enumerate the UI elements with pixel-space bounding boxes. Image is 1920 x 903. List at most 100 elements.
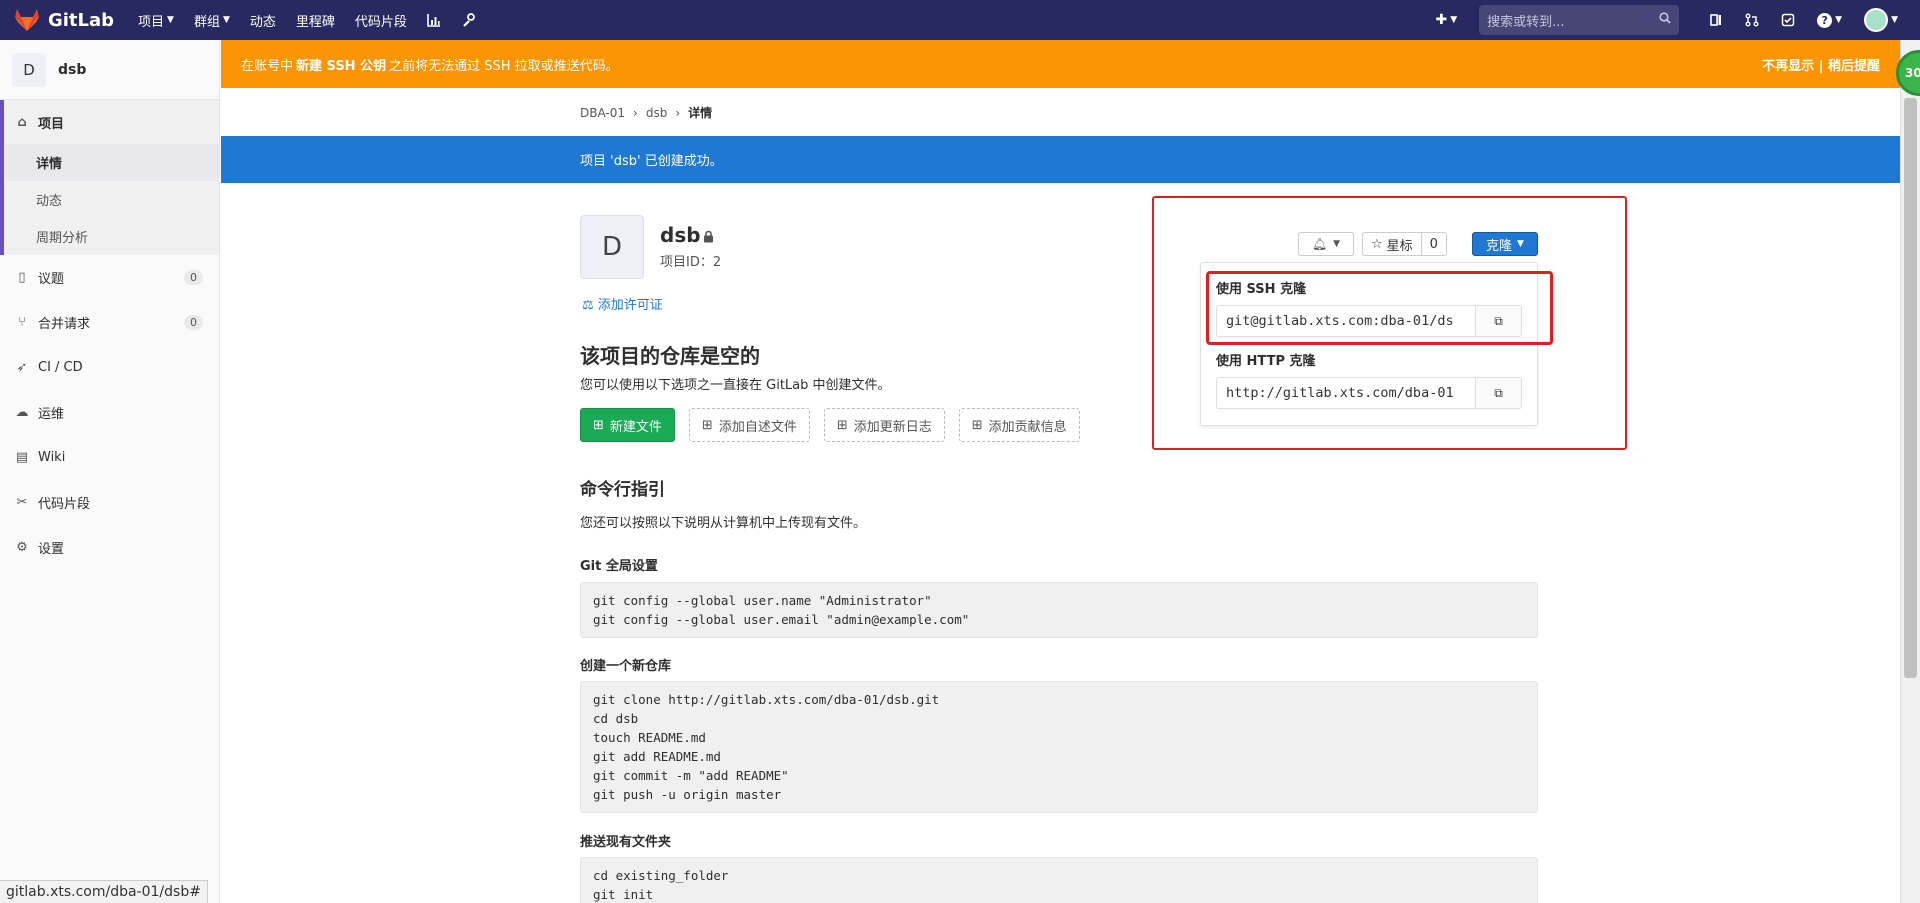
code-line: git config --global user.name "Administr…	[593, 593, 932, 608]
empty-repo-description: 您可以使用以下选项之一直接在 GitLab 中创建文件。	[580, 378, 891, 393]
add-license-link[interactable]: ⚖ 添加许可证	[582, 294, 663, 313]
code-line: touch README.md	[593, 730, 706, 745]
tanuki-icon	[14, 9, 39, 31]
sidebar-item-label: 设置	[38, 542, 65, 557]
sidebar-item-label: 项目	[38, 116, 65, 132]
nav-groups[interactable]: 群组 ▼	[194, 11, 230, 30]
git-global-setup-code[interactable]: git config --global user.name "Administr…	[580, 582, 1538, 638]
warning-remind-later-link[interactable]: 稍后提醒	[1828, 59, 1880, 74]
breadcrumb-group[interactable]: DBA-01	[580, 106, 625, 120]
search-placeholder: 搜索或转到...	[1487, 14, 1565, 30]
chevron-right-icon: ›	[675, 105, 681, 120]
lock-icon	[703, 230, 714, 246]
warning-suffix: 之前将无法通过 SSH 拉取或推送代码。	[389, 58, 619, 74]
sidebar-item-label: 议题	[38, 272, 65, 287]
sidebar-item-settings[interactable]: ⚙ 设置	[0, 525, 219, 570]
git-global-setup-heading: Git 全局设置	[580, 559, 658, 574]
add-readme-button[interactable]: ⊞ 添加自述文件	[688, 408, 810, 442]
new-file-label: 新建文件	[609, 419, 662, 435]
sidebar-item-operations[interactable]: ☁ 运维	[0, 390, 219, 435]
cli-description: 您还可以按照以下说明从计算机中上传现有文件。	[580, 516, 867, 531]
nav-milestones[interactable]: 里程碑	[296, 11, 335, 30]
sidebar-item-label: 代码片段	[38, 497, 91, 512]
sidebar-sub-cycle-analytics[interactable]: 周期分析	[4, 218, 219, 255]
chevron-right-icon: ›	[633, 105, 638, 120]
add-contributing-button[interactable]: ⊞ 添加贡献信息	[958, 408, 1080, 442]
sidebar-project-name: dsb	[58, 61, 87, 78]
sidebar-item-snippets[interactable]: ✂ 代码片段	[0, 480, 219, 525]
project-created-flash: 项目 'dsb' 已创建成功。	[221, 136, 1900, 183]
merge-request-icon[interactable]	[1745, 13, 1759, 27]
breadcrumb-project[interactable]: dsb	[646, 106, 668, 120]
plus-square-icon: ⊞	[836, 417, 848, 433]
empty-repo-actions: ⊞ 新建文件 ⊞ 添加自述文件 ⊞ 添加更新日志 ⊞ 添加贡献信息	[580, 408, 1080, 442]
nav-activity[interactable]: 动态	[250, 11, 276, 30]
issues-count-badge: 0	[184, 270, 203, 285]
warning-dismiss-link[interactable]: 不再显示	[1762, 59, 1814, 74]
issues-icon[interactable]	[1709, 13, 1723, 27]
code-line: git add README.md	[593, 749, 721, 764]
code-line: git init	[593, 887, 654, 902]
sidebar-item-label: 合并请求	[38, 317, 91, 332]
rocket-icon: ➶	[16, 360, 28, 375]
warning-add-ssh-key-link[interactable]: 新建 SSH 公钥	[296, 55, 386, 74]
sidebar-project-avatar: D	[12, 52, 46, 87]
add-readme-label: 添加自述文件	[718, 419, 797, 435]
plus-square-icon: ⊞	[701, 417, 713, 433]
plus-square-icon: ⊞	[971, 417, 983, 433]
project-avatar: D	[580, 215, 644, 279]
home-icon: ⌂	[17, 114, 27, 130]
sidebar-item-project[interactable]: ⌂ 项目	[4, 100, 219, 144]
chart-icon[interactable]	[427, 13, 441, 27]
todo-icon[interactable]	[1781, 13, 1795, 27]
annotation-ssh-highlight	[1206, 271, 1553, 345]
cloud-gear-icon: ☁	[15, 405, 29, 420]
sidebar-sub-details[interactable]: 详情	[4, 144, 219, 181]
sidebar-item-merge-requests[interactable]: ⑂ 合并请求 0	[0, 300, 219, 345]
gear-icon: ⚙	[16, 540, 28, 555]
page-scrollbar[interactable]	[1900, 40, 1920, 903]
chevron-down-icon: ▼	[167, 15, 174, 25]
sidebar-sub-activity[interactable]: 动态	[4, 181, 219, 218]
nav-projects-label: 项目	[138, 14, 165, 30]
nav-groups-label: 群组	[193, 14, 220, 30]
sidebar-item-issues[interactable]: ▯ 议题 0	[0, 255, 219, 300]
cli-heading: 命令行指引	[580, 480, 665, 500]
search-icon	[1659, 12, 1671, 28]
code-line: cd dsb	[593, 711, 639, 726]
plus-square-icon: ⊞	[593, 417, 604, 433]
warning-separator: |	[1818, 58, 1824, 74]
scale-icon: ⚖	[582, 298, 594, 313]
ssh-key-warning-banner: 在账号中 新建 SSH 公钥 之前将无法通过 SSH 拉取或推送代码。 不再显示…	[221, 40, 1900, 88]
new-file-button[interactable]: ⊞ 新建文件	[580, 408, 675, 442]
breadcrumb: DBA-01 › dsb › 详情	[580, 104, 712, 121]
book-icon: ▤	[15, 450, 29, 465]
brand-name: GitLab	[47, 9, 114, 31]
code-line: git push -u origin master	[593, 787, 782, 802]
plus-icon[interactable]: ✚ ▼	[1436, 12, 1458, 28]
user-avatar[interactable]: ▼	[1864, 8, 1898, 32]
code-line: git config --global user.email "admin@ex…	[593, 612, 970, 627]
code-line: cd existing_folder	[593, 868, 729, 883]
issues-icon: ▯	[18, 270, 26, 285]
code-line: git commit -m "add README"	[593, 768, 789, 783]
breadcrumb-current[interactable]: 详情	[688, 104, 712, 121]
wrench-icon[interactable]	[461, 13, 475, 27]
sidebar-item-wiki[interactable]: ▤ Wiki	[0, 435, 219, 480]
scissors-icon: ✂	[16, 495, 28, 510]
gitlab-logo[interactable]: GitLab	[14, 8, 114, 32]
push-folder-code[interactable]: cd existing_folder git init	[580, 857, 1538, 903]
search-input[interactable]: 搜索或转到...	[1479, 5, 1680, 35]
sidebar-item-label: 运维	[38, 407, 65, 422]
warning-prefix: 在账号中	[241, 58, 294, 74]
sidebar-project-header[interactable]: D dsb	[0, 40, 219, 100]
scrollbar-thumb[interactable]	[1904, 98, 1917, 678]
sidebar-item-cicd[interactable]: ➶ CI / CD	[0, 345, 219, 390]
help-icon[interactable]: ? ▼	[1817, 12, 1842, 28]
top-navbar: GitLab 项目 ▼ 群组 ▼ 动态 里程碑 代码片段 ✚ ▼ 搜索或转到...	[0, 0, 1920, 40]
nav-projects[interactable]: 项目 ▼	[138, 11, 174, 30]
create-repo-code[interactable]: git clone http://gitlab.xts.com/dba-01/d…	[580, 681, 1538, 813]
add-changelog-button[interactable]: ⊞ 添加更新日志	[823, 408, 945, 442]
nav-snippets[interactable]: 代码片段	[355, 11, 407, 30]
chevron-down-icon: ▼	[1891, 15, 1898, 25]
